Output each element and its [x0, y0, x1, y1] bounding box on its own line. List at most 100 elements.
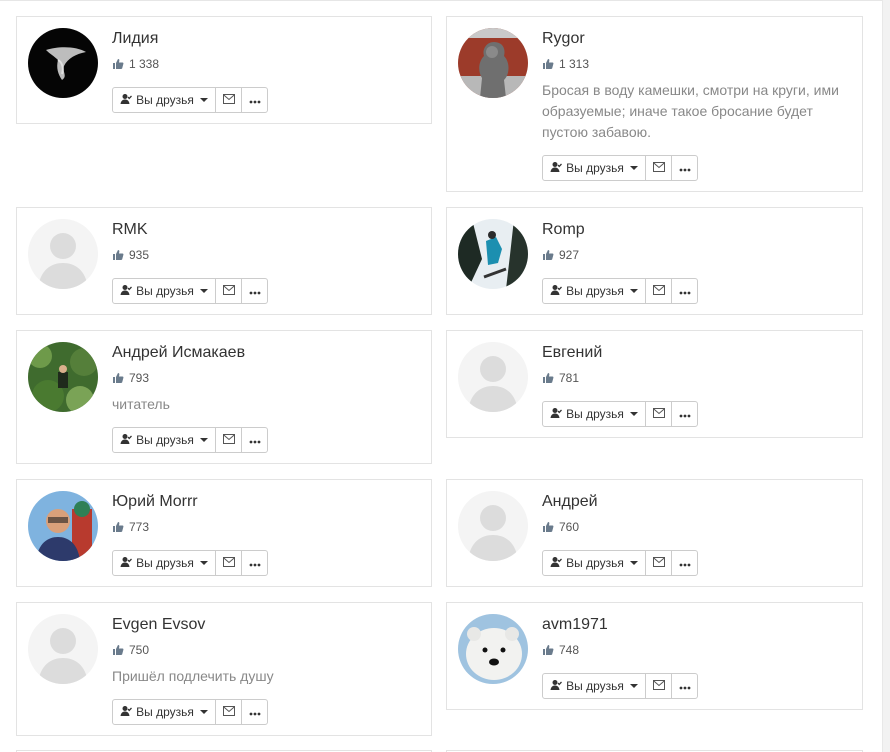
user-check-icon	[550, 556, 563, 571]
friends-label: Вы друзья	[136, 93, 194, 107]
user-card: Андрей Исмакаев 793 читатель Вы друзья	[16, 330, 432, 464]
user-card: Юрий Morrr 773 Вы друзья	[16, 479, 432, 587]
friends-label: Вы друзья	[566, 284, 624, 298]
user-name[interactable]: Юрий Morrr	[112, 493, 198, 511]
ellipsis-icon	[249, 284, 261, 298]
user-check-icon	[120, 705, 133, 720]
caret-down-icon	[199, 98, 208, 102]
caret-down-icon	[199, 289, 208, 293]
ellipsis-icon	[249, 705, 261, 719]
friends-dropdown-button[interactable]: Вы друзья	[542, 550, 646, 576]
avatar-polar-bear-image	[458, 614, 528, 684]
caret-down-icon	[199, 561, 208, 565]
user-name[interactable]: Rygor	[542, 30, 585, 48]
user-likes: 1 338	[112, 57, 159, 71]
user-likes: 748	[542, 643, 579, 657]
friends-dropdown-button[interactable]: Вы друзья	[112, 278, 216, 304]
user-name[interactable]: Евгений	[542, 344, 602, 362]
user-avatar[interactable]	[458, 28, 528, 98]
user-name[interactable]: Romp	[542, 221, 585, 239]
scrollbar[interactable]	[882, 0, 890, 752]
send-message-button[interactable]	[215, 699, 242, 725]
ellipsis-icon	[679, 556, 691, 570]
friends-dropdown-button[interactable]: Вы друзья	[112, 699, 216, 725]
friends-label: Вы друзья	[566, 556, 624, 570]
more-options-button[interactable]	[241, 699, 268, 725]
user-status: Бросая в воду камешки, смотри на круги, …	[542, 82, 839, 140]
friends-dropdown-button[interactable]: Вы друзья	[542, 155, 646, 181]
send-message-button[interactable]	[645, 278, 672, 304]
user-card: avm1971 748 Вы друзья	[446, 602, 863, 710]
envelope-icon	[652, 161, 665, 175]
user-avatar[interactable]	[458, 614, 528, 684]
user-card: Лидия 1 338 Вы друзья	[16, 16, 432, 124]
user-name[interactable]: Андрей Исмакаев	[112, 344, 245, 362]
friends-label: Вы друзья	[136, 433, 194, 447]
user-avatar[interactable]	[28, 342, 98, 412]
avatar-stone-lion-statue-image	[458, 28, 528, 98]
friends-label: Вы друзья	[566, 407, 624, 421]
send-message-button[interactable]	[215, 278, 242, 304]
friends-dropdown-button[interactable]: Вы друзья	[542, 401, 646, 427]
user-name[interactable]: Лидия	[112, 30, 158, 48]
friends-dropdown-button[interactable]: Вы друзья	[112, 87, 216, 113]
user-avatar[interactable]	[458, 219, 528, 289]
user-avatar[interactable]	[28, 491, 98, 561]
friends-dropdown-button[interactable]: Вы друзья	[112, 427, 216, 453]
likes-count: 760	[559, 520, 580, 534]
user-name[interactable]: Evgen Evsov	[112, 616, 205, 634]
more-options-button[interactable]	[671, 155, 698, 181]
more-options-button[interactable]	[241, 87, 268, 113]
likes-count: 1 313	[559, 57, 590, 71]
friends-dropdown-button[interactable]: Вы друзья	[542, 673, 646, 699]
thumbs-up-icon	[112, 249, 124, 261]
friends-label: Вы друзья	[136, 284, 194, 298]
more-options-button[interactable]	[671, 278, 698, 304]
more-options-button[interactable]	[241, 550, 268, 576]
user-avatar[interactable]	[28, 614, 98, 684]
friends-dropdown-button[interactable]: Вы друзья	[542, 278, 646, 304]
avatar-dark-silhouette-image	[28, 28, 98, 98]
user-avatar[interactable]	[458, 491, 528, 561]
more-options-button[interactable]	[241, 278, 268, 304]
more-options-button[interactable]	[241, 427, 268, 453]
send-message-button[interactable]	[645, 673, 672, 699]
avatar-person-in-forest-image	[28, 342, 98, 412]
user-likes: 793	[112, 371, 149, 385]
user-check-icon	[120, 93, 133, 108]
send-message-button[interactable]	[215, 427, 242, 453]
likes-count: 773	[129, 520, 150, 534]
more-options-button[interactable]	[671, 401, 698, 427]
likes-count: 927	[559, 248, 580, 262]
send-message-button[interactable]	[645, 401, 672, 427]
envelope-icon	[652, 556, 665, 570]
send-message-button[interactable]	[645, 155, 672, 181]
user-name[interactable]: RMK	[112, 221, 148, 239]
ellipsis-icon	[249, 556, 261, 570]
more-options-button[interactable]	[671, 673, 698, 699]
user-check-icon	[120, 433, 133, 448]
ellipsis-icon	[679, 679, 691, 693]
send-message-button[interactable]	[645, 550, 672, 576]
more-options-button[interactable]	[671, 550, 698, 576]
user-card: Rygor 1 313 Бросая в воду камешки, смотр…	[446, 16, 863, 192]
top-divider	[0, 0, 890, 1]
send-message-button[interactable]	[215, 550, 242, 576]
user-name[interactable]: avm1971	[542, 616, 608, 634]
user-avatar[interactable]	[28, 219, 98, 289]
envelope-icon	[222, 705, 235, 719]
user-avatar[interactable]	[28, 28, 98, 98]
user-name[interactable]: Андрей	[542, 493, 598, 511]
user-actions: Вы друзья	[542, 401, 698, 427]
likes-count: 935	[129, 248, 150, 262]
friends-label: Вы друзья	[566, 161, 624, 175]
send-message-button[interactable]	[215, 87, 242, 113]
user-avatar[interactable]	[458, 342, 528, 412]
user-likes: 750	[112, 643, 149, 657]
avatar-default-image	[458, 342, 528, 412]
ellipsis-icon	[679, 284, 691, 298]
friends-dropdown-button[interactable]: Вы друзья	[112, 550, 216, 576]
user-actions: Вы друзья	[112, 427, 268, 453]
envelope-icon	[652, 284, 665, 298]
likes-count: 793	[129, 371, 150, 385]
